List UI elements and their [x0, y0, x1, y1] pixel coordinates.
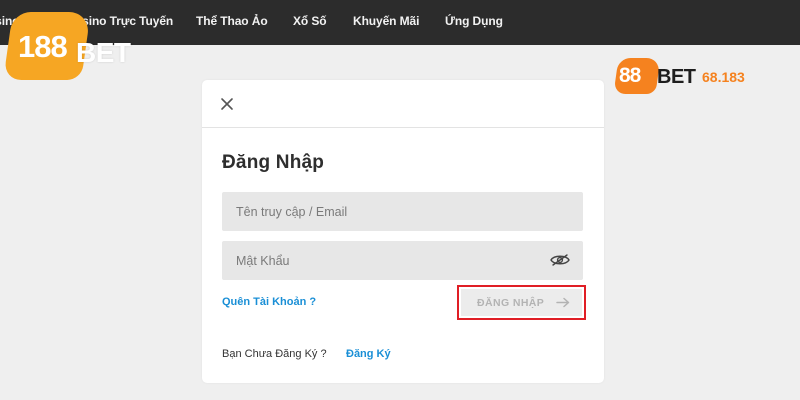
logo-text-bet: BET: [76, 37, 131, 68]
arrow-right-icon: [556, 297, 570, 308]
logo-text-number: 188: [18, 29, 68, 64]
username-input[interactable]: [222, 192, 583, 231]
username-field-wrapper: [222, 192, 583, 231]
modal-header: [202, 80, 604, 128]
watermark-text-number: 88: [619, 64, 641, 87]
eye-icon[interactable]: [550, 253, 570, 267]
watermark-logo-88bet: 88 BET 68.183: [613, 58, 745, 94]
watermark-text-bet: BET: [657, 66, 696, 88]
login-modal: Đăng Nhập Quên Tài Khoản ? ĐĂNG NHẬP: [202, 80, 604, 383]
signup-link[interactable]: Đăng Ký: [346, 348, 391, 360]
watermark-text-domain: 68.183: [702, 69, 745, 85]
signup-prompt: Bạn Chưa Đăng Ký ?: [222, 348, 327, 360]
password-input[interactable]: [222, 241, 583, 280]
forgot-account-link[interactable]: Quên Tài Khoản ?: [222, 296, 316, 308]
nav-item-promotions[interactable]: Khuyến Mãi: [353, 14, 419, 28]
login-button-highlight: ĐĂNG NHẬP: [457, 285, 586, 320]
close-icon[interactable]: [219, 96, 235, 112]
login-button[interactable]: ĐĂNG NHẬP: [461, 289, 582, 316]
login-title: Đăng Nhập: [222, 152, 325, 173]
nav-item-lottery[interactable]: Xổ Số: [293, 14, 327, 28]
brand-logo-188bet[interactable]: 188 BET: [3, 12, 138, 80]
nav-item-app[interactable]: Ứng Dụng: [445, 14, 503, 28]
page: Casino Casino Trực Tuyến Thể Thao Ảo Xổ …: [0, 0, 800, 400]
nav-item-virtual-sports[interactable]: Thể Thao Ảo: [196, 14, 268, 28]
login-button-label: ĐĂNG NHẬP: [477, 296, 545, 309]
password-field-wrapper: [222, 241, 583, 280]
